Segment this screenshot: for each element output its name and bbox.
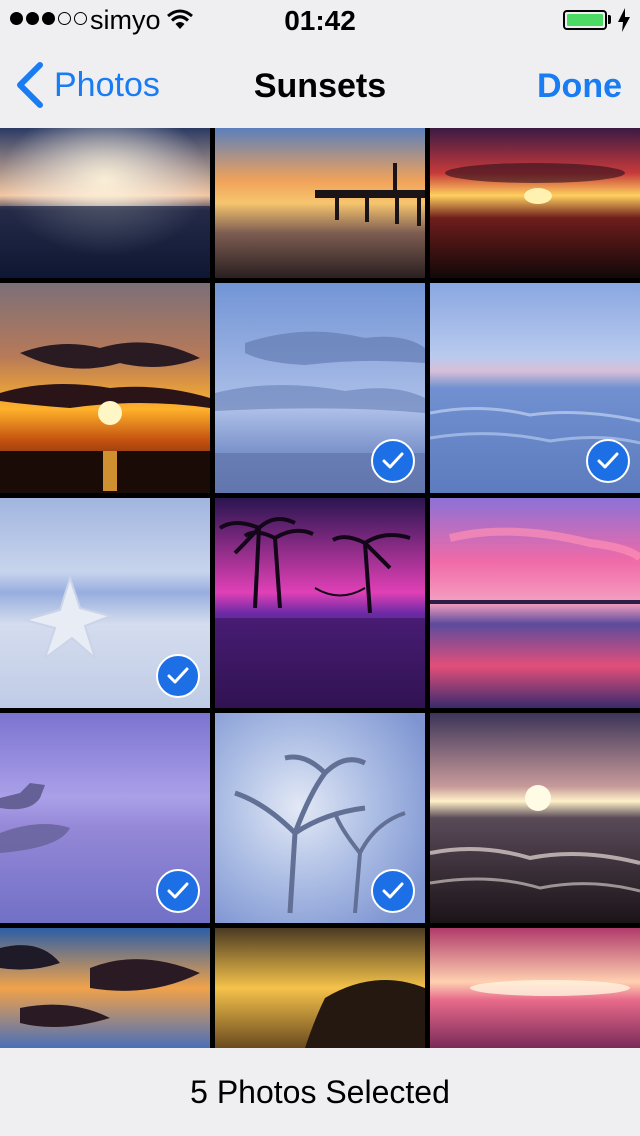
photo-thumbnail — [430, 928, 640, 1048]
photo-tile[interactable] — [215, 498, 425, 708]
photo-tile[interactable] — [215, 283, 425, 493]
photo-tile[interactable] — [0, 713, 210, 923]
checkmark-icon — [156, 654, 200, 698]
clock: 01:42 — [284, 5, 356, 36]
photo-tile[interactable] — [0, 128, 210, 278]
photo-tile[interactable] — [0, 928, 210, 1048]
photo-tile[interactable] — [430, 713, 640, 923]
photo-tile[interactable] — [215, 128, 425, 278]
battery-icon — [563, 10, 607, 30]
photo-thumbnail — [0, 128, 210, 278]
done-button[interactable]: Done — [537, 67, 622, 106]
bottom-toolbar: 5 Photos Selected — [0, 1048, 640, 1136]
navigation-bar: Photos Sunsets Done — [0, 40, 640, 128]
checkmark-icon — [156, 869, 200, 913]
photo-thumbnail — [430, 498, 640, 708]
checkmark-icon — [371, 869, 415, 913]
charging-bolt-icon — [618, 8, 630, 32]
photo-tile[interactable] — [215, 713, 425, 923]
photo-tile[interactable] — [430, 283, 640, 493]
photo-thumbnail — [215, 928, 425, 1048]
checkmark-icon — [586, 439, 630, 483]
photo-thumbnail — [215, 128, 425, 278]
selection-count-label: 5 Photos Selected — [190, 1073, 450, 1110]
photo-thumbnail — [430, 128, 640, 278]
photo-tile[interactable] — [430, 128, 640, 278]
photo-thumbnail — [0, 928, 210, 1048]
photo-thumbnail — [430, 713, 640, 923]
photo-thumbnail — [215, 498, 425, 708]
photo-tile[interactable] — [430, 498, 640, 708]
checkmark-icon — [371, 439, 415, 483]
photo-tile[interactable] — [215, 928, 425, 1048]
photo-thumbnail — [0, 283, 210, 493]
status-bar: simyo 01:42 — [0, 0, 640, 40]
photo-tile[interactable] — [430, 928, 640, 1048]
battery-tip — [608, 15, 611, 24]
photo-tile[interactable] — [0, 498, 210, 708]
photo-tile[interactable] — [0, 283, 210, 493]
